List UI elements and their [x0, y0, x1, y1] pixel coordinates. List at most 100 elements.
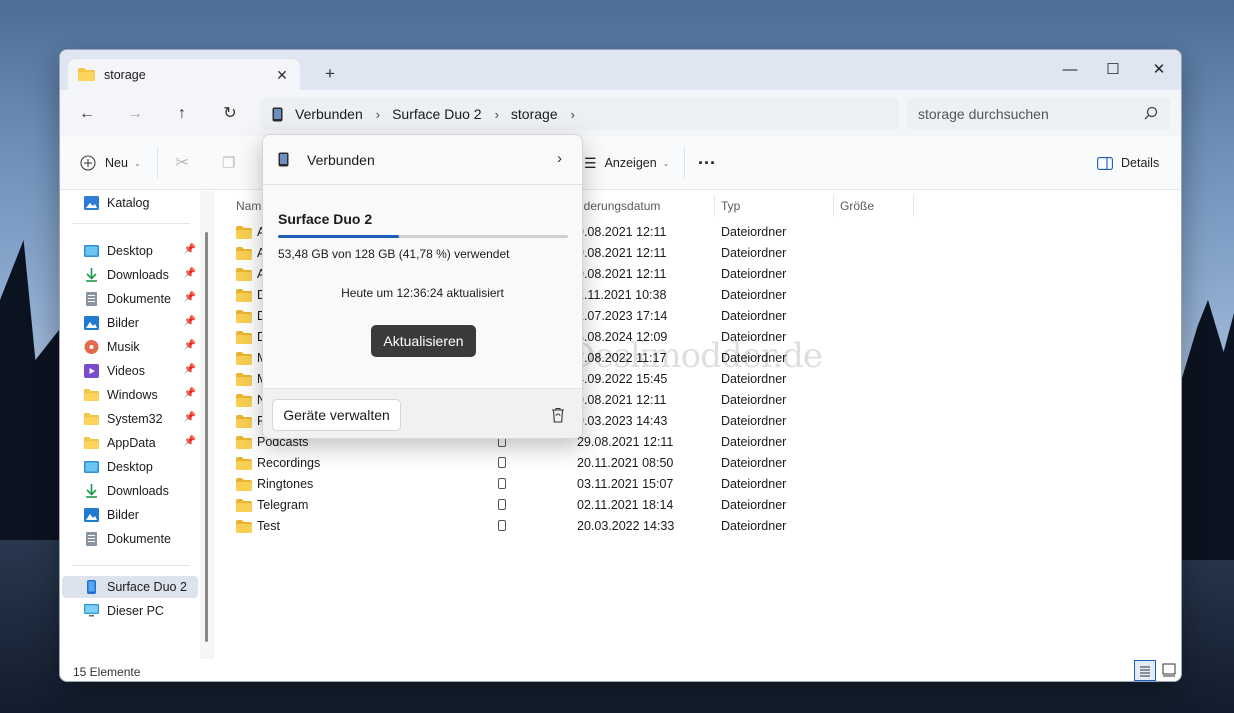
sidebar-item-dieser-pc[interactable]: Dieser PC	[62, 600, 198, 622]
pin-icon[interactable]: 📌	[184, 316, 196, 327]
pin-icon[interactable]: 📌	[184, 388, 196, 399]
copy-button[interactable]: ❐	[222, 151, 235, 175]
sidebar-item-surface-duo-2[interactable]: Surface Duo 2	[62, 576, 198, 598]
sidebar-item-katalog[interactable]: Katalog	[62, 192, 198, 214]
sidebar-item-label: Windows	[107, 388, 158, 402]
details-label: Details	[1121, 156, 1160, 170]
new-tab-button[interactable]: +	[320, 64, 340, 84]
forward-button[interactable]: →	[122, 102, 148, 126]
background-tree	[1182, 300, 1234, 560]
tiles-view-button[interactable]	[1159, 660, 1181, 681]
sidebar-item-desktop[interactable]: Desktop	[62, 456, 198, 478]
tab-close-button[interactable]: ✕	[272, 65, 292, 85]
sidebar-item-label: System32	[107, 412, 163, 426]
pin-icon[interactable]: 📌	[184, 340, 196, 351]
pictures-icon	[84, 316, 99, 330]
storage-usage-bar	[278, 235, 568, 238]
pin-icon[interactable]: 📌	[184, 268, 196, 279]
storage-usage-text: 53,48 GB von 128 GB (41,78 %) verwendet	[278, 247, 510, 261]
column-divider[interactable]	[714, 195, 715, 217]
sidebar-item-dokumente[interactable]: Dokumente	[62, 528, 198, 550]
breadcrumb-chevron-icon[interactable]: ›	[376, 107, 380, 122]
folder-icon	[78, 68, 95, 81]
new-button[interactable]: Neu ⌄	[80, 151, 141, 175]
pin-icon[interactable]: 📌	[184, 292, 196, 303]
back-button[interactable]: ←	[74, 102, 100, 126]
pin-icon[interactable]: 📌	[184, 412, 196, 423]
sidebar-scrollbar-thumb[interactable]	[205, 232, 208, 642]
table-row[interactable]: Test 20.03.2022 14:33 Dateiordner	[236, 516, 1166, 537]
up-button[interactable]: ↑	[169, 102, 195, 126]
navigation-bar: ← → ↑ ↻ Verbunden › Surface Duo 2 › stor…	[60, 90, 1181, 136]
file-type: Dateiordner	[721, 393, 787, 407]
column-divider[interactable]	[913, 195, 914, 217]
folder-icon	[236, 457, 252, 470]
sidebar-item-desktop[interactable]: Desktop 📌	[62, 240, 198, 262]
pin-icon[interactable]: 📌	[184, 364, 196, 375]
sidebar-item-bilder[interactable]: Bilder	[62, 504, 198, 526]
breadcrumb-chevron-icon[interactable]: ›	[495, 107, 499, 122]
table-row[interactable]: Telegram 02.11.2021 18:14 Dateiordner	[236, 495, 1166, 516]
sidebar-item-windows[interactable]: Windows 📌	[62, 384, 198, 406]
refresh-button[interactable]: ↻	[217, 102, 243, 126]
sidebar-item-downloads[interactable]: Downloads 📌	[62, 264, 198, 286]
pin-icon[interactable]: 📌	[184, 436, 196, 447]
column-header-name[interactable]: Nam	[236, 199, 261, 213]
address-bar[interactable]: Verbunden › Surface Duo 2 › storage ›	[260, 98, 899, 130]
pin-icon[interactable]: 📌	[184, 244, 196, 255]
minimize-button[interactable]: —	[1047, 56, 1093, 84]
sidebar-item-downloads[interactable]: Downloads	[62, 480, 198, 502]
refresh-storage-button[interactable]: Aktualisieren	[371, 325, 476, 357]
close-window-button[interactable]: ✕	[1136, 56, 1181, 84]
manage-devices-button[interactable]: Geräte verwalten	[272, 399, 401, 431]
plus-circle-icon	[80, 155, 96, 171]
pc-icon	[84, 604, 99, 618]
sidebar-item-system32[interactable]: System32 📌	[62, 408, 198, 430]
folder-icon	[236, 415, 252, 428]
pictures-icon	[84, 508, 99, 522]
recycle-bin-icon[interactable]	[551, 407, 565, 423]
search-input[interactable]: storage durchsuchen	[907, 98, 1170, 130]
sidebar-item-musik[interactable]: Musik 📌	[62, 336, 198, 358]
sidebar-item-videos[interactable]: Videos 📌	[62, 360, 198, 382]
folder-icon	[84, 436, 99, 450]
folder-icon	[236, 310, 252, 323]
phone-icon	[278, 152, 289, 167]
sidebar-item-appdata[interactable]: AppData 📌	[62, 432, 198, 454]
file-name: Recordings	[257, 456, 321, 470]
phone-status-icon	[498, 457, 506, 471]
folder-icon	[236, 520, 252, 533]
sidebar-item-dokumente[interactable]: Dokumente 📌	[62, 288, 198, 310]
more-options-button[interactable]: ···	[698, 151, 716, 175]
file-type: Dateiordner	[721, 309, 787, 323]
file-type: Dateiordner	[721, 435, 787, 449]
details-view-button[interactable]	[1134, 660, 1156, 681]
breadcrumb-chevron-icon[interactable]: ›	[571, 107, 575, 122]
column-header-date[interactable]: nderungsdatum	[577, 199, 660, 213]
column-header-size[interactable]: Größe	[840, 199, 874, 213]
desktop-icon	[84, 244, 99, 258]
maximize-button[interactable]: ☐	[1090, 56, 1136, 84]
breadcrumb-verbunden[interactable]: Verbunden	[295, 106, 363, 122]
sidebar-item-label: Bilder	[107, 316, 139, 330]
table-row[interactable]: Ringtones 03.11.2021 15:07 Dateiordner	[236, 474, 1166, 495]
sidebar-item-label: Downloads	[107, 484, 169, 498]
breadcrumb-surface-duo[interactable]: Surface Duo 2	[392, 106, 482, 122]
document-icon	[84, 532, 99, 546]
flyout-header[interactable]: Verbunden ›	[263, 135, 582, 185]
view-button[interactable]: ☰ Anzeigen ⌄	[584, 151, 669, 175]
cut-button[interactable]: ✂	[175, 151, 189, 175]
table-row[interactable]: Recordings 20.11.2021 08:50 Dateiordner	[236, 453, 1166, 474]
tab-storage[interactable]: storage ✕	[68, 59, 300, 90]
sidebar-item-label: Desktop	[107, 244, 153, 258]
flyout-footer: Geräte verwalten	[263, 388, 582, 438]
chevron-right-icon: ›	[557, 150, 562, 167]
sidebar-item-bilder[interactable]: Bilder 📌	[62, 312, 198, 334]
music-icon	[84, 340, 99, 354]
column-divider[interactable]	[833, 195, 834, 217]
column-header-type[interactable]: Typ	[721, 199, 740, 213]
file-date: 02.11.2021 18:14	[577, 498, 674, 512]
divider	[72, 565, 190, 566]
details-button[interactable]: Details	[1097, 151, 1159, 175]
breadcrumb-storage[interactable]: storage	[511, 106, 558, 122]
